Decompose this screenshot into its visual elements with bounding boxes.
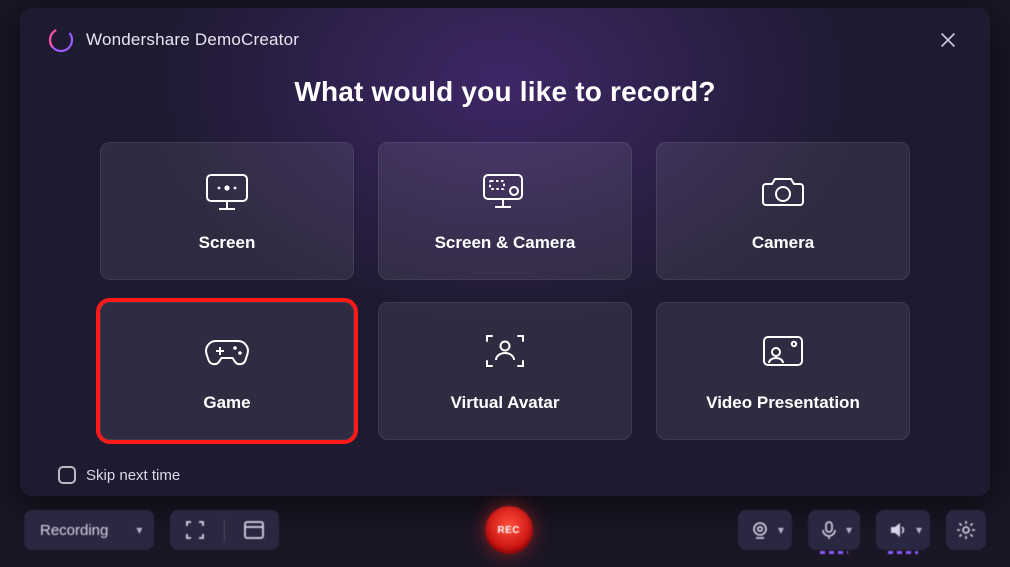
level-indicator: [888, 551, 918, 554]
window-capture-button[interactable]: [239, 520, 269, 540]
option-screen[interactable]: Screen: [100, 142, 354, 280]
speaker-toggle[interactable]: ▾: [876, 510, 930, 550]
divider: [224, 519, 225, 541]
mode-dropdown[interactable]: Recording ▾: [24, 510, 154, 550]
screen-camera-icon: [478, 169, 532, 213]
chevron-down-icon: ▾: [136, 523, 142, 537]
screen-icon: [201, 169, 253, 213]
skip-label: Skip next time: [86, 467, 180, 484]
fullscreen-capture-button[interactable]: [180, 519, 210, 541]
option-label: Camera: [752, 233, 814, 253]
modal-header: Wondershare DemoCreator: [48, 26, 962, 54]
virtual-avatar-icon: [481, 329, 529, 373]
wondershare-logo-icon: [48, 27, 74, 53]
option-screen-camera[interactable]: Screen & Camera: [378, 142, 632, 280]
level-indicator: [820, 551, 848, 554]
option-label: Video Presentation: [706, 393, 860, 413]
chevron-down-icon: ▾: [846, 523, 852, 537]
game-controller-icon: [200, 329, 254, 373]
record-button[interactable]: REC: [485, 506, 533, 554]
skip-next-time-checkbox[interactable]: Skip next time: [58, 466, 962, 484]
record-mode-modal: Wondershare DemoCreator What would you l…: [20, 8, 990, 496]
camera-icon: [758, 169, 808, 213]
chevron-down-icon: ▾: [916, 523, 922, 537]
app-title: Wondershare DemoCreator: [86, 30, 299, 50]
recording-options-grid: Screen Screen & Camera Ca: [48, 142, 962, 440]
checkbox-icon: [58, 466, 76, 484]
capture-area-toggle-group: [170, 510, 279, 550]
option-label: Screen & Camera: [435, 233, 576, 253]
video-presentation-icon: [757, 329, 809, 373]
option-label: Screen: [199, 233, 256, 253]
settings-button[interactable]: [946, 510, 986, 550]
brand: Wondershare DemoCreator: [48, 27, 299, 53]
chevron-down-icon: ▾: [778, 523, 784, 537]
modal-headline: What would you like to record?: [48, 76, 962, 108]
option-camera[interactable]: Camera: [656, 142, 910, 280]
option-virtual-avatar[interactable]: Virtual Avatar: [378, 302, 632, 440]
option-video-presentation[interactable]: Video Presentation: [656, 302, 910, 440]
microphone-toggle[interactable]: ▾: [808, 510, 860, 550]
bottom-toolbar: Recording ▾ REC ▾: [20, 505, 990, 555]
option-game[interactable]: Game: [100, 302, 354, 440]
mode-label: Recording: [40, 522, 108, 539]
option-label: Game: [203, 393, 250, 413]
option-label: Virtual Avatar: [451, 393, 560, 413]
webcam-toggle[interactable]: ▾: [738, 510, 792, 550]
rec-label: REC: [497, 525, 520, 536]
close-button[interactable]: [934, 26, 962, 54]
